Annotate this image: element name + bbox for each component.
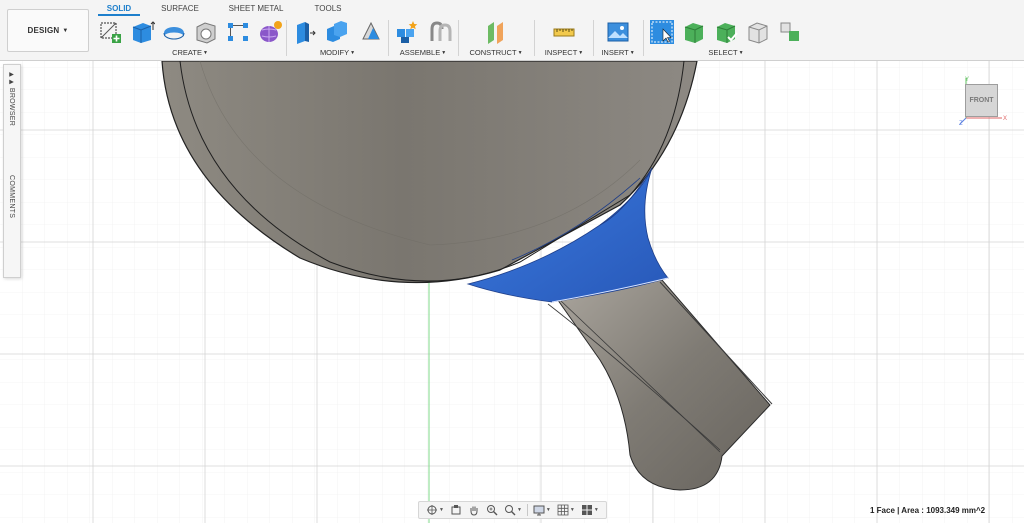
chevron-down-icon: ▼ (578, 50, 584, 56)
axis-y-label: Y (965, 77, 969, 83)
browser-toggle[interactable]: ▶▶ BROWSER (8, 71, 15, 126)
orbit-button[interactable]: ▼ (426, 504, 444, 516)
tab-sheet-metal[interactable]: SHEET METAL (220, 2, 292, 16)
toolbar-tabs: SOLID SURFACE SHEET METAL TOOLS (98, 2, 364, 16)
orbit-icon (427, 505, 437, 515)
pan-button[interactable] (468, 504, 480, 516)
inspect-group: INSPECT▼ (535, 16, 593, 60)
component-select-icon[interactable] (713, 19, 739, 45)
zoom-icon (504, 505, 516, 516)
viewports-icon (581, 505, 592, 515)
revolve-icon[interactable] (161, 19, 187, 45)
grid-settings-button[interactable]: ▼ (557, 504, 575, 516)
comments-label: COMMENTS (8, 175, 15, 219)
construct-group: CONSTRUCT▼ (459, 16, 533, 60)
toolbar: DESIGN ▼ SOLID SURFACE SHEET METAL TOOLS (0, 0, 1024, 61)
select-icon[interactable] (649, 19, 675, 45)
chevron-down-icon: ▼ (350, 50, 356, 56)
chevron-down-icon: ▼ (517, 50, 523, 56)
rectangle-pattern-icon[interactable] (225, 19, 251, 45)
measure-icon[interactable] (551, 19, 577, 45)
joint-icon[interactable] (427, 19, 453, 45)
browser-comments-panel: ▶▶ BROWSER COMMENTS (3, 64, 21, 278)
chevron-down-icon: ▼ (593, 507, 599, 513)
chevron-down-icon: ▼ (62, 27, 69, 34)
insert-label: INSERT (601, 48, 629, 57)
pan-icon (470, 506, 478, 516)
draft-icon[interactable] (358, 19, 384, 45)
chevron-down-icon: ▼ (545, 507, 551, 513)
inspect-label: INSPECT (544, 48, 578, 57)
axis-x-label: X (1003, 116, 1007, 122)
offset-plane-icon[interactable] (483, 19, 509, 45)
zoom-window-icon (486, 505, 498, 516)
expand-arrow-icon: ▶▶ (8, 71, 14, 86)
face-select-icon[interactable] (745, 19, 771, 45)
create-group: CREATE▼ (94, 16, 286, 60)
assemble-group: ASSEMBLE▼ (389, 16, 457, 60)
chevron-down-icon: ▼ (516, 507, 522, 513)
tab-surface[interactable]: SURFACE (140, 2, 220, 16)
tab-solid[interactable]: SOLID (98, 2, 140, 16)
viewcube-front-face[interactable]: FRONT (965, 84, 998, 117)
divider (643, 20, 644, 56)
body-select-icon[interactable] (681, 19, 707, 45)
create-label: CREATE (172, 48, 202, 57)
create-sketch-icon[interactable] (97, 19, 123, 45)
create-menu[interactable]: CREATE▼ (94, 48, 286, 57)
combine-icon[interactable] (324, 19, 350, 45)
inspect-menu[interactable]: INSPECT▼ (535, 48, 593, 57)
form-icon[interactable] (257, 19, 283, 45)
workspace-label: DESIGN (27, 26, 60, 35)
grid-icon (557, 504, 569, 516)
select-label: SELECT (708, 48, 738, 57)
workspace-switcher-button[interactable]: DESIGN ▼ (7, 9, 89, 52)
construct-menu[interactable]: CONSTRUCT▼ (459, 48, 533, 57)
extrude-icon[interactable] (129, 19, 155, 45)
chevron-down-icon: ▼ (569, 507, 575, 513)
zoom-button[interactable]: ▼ (504, 504, 522, 516)
zoom-window-button[interactable] (486, 504, 498, 516)
look-at-button[interactable] (450, 504, 462, 516)
shell-icon[interactable] (193, 19, 219, 45)
construct-label: CONSTRUCT (469, 48, 517, 57)
divider (526, 504, 528, 516)
navigation-bar: ▼ ▼ ▼ ▼ ▼ (418, 501, 607, 519)
assemble-menu[interactable]: ASSEMBLE▼ (389, 48, 457, 57)
assemble-label: ASSEMBLE (399, 48, 441, 57)
edge-select-icon[interactable] (777, 19, 803, 45)
press-pull-icon[interactable] (291, 19, 317, 45)
browser-label: BROWSER (8, 87, 15, 127)
viewcube[interactable]: Y X Z FRONT (958, 74, 1010, 126)
chevron-down-icon: ▼ (738, 50, 744, 56)
comments-toggle[interactable]: COMMENTS (8, 175, 15, 218)
chevron-down-icon: ▼ (441, 50, 447, 56)
display-settings-button[interactable]: ▼ (533, 504, 551, 516)
chevron-down-icon: ▼ (202, 50, 208, 56)
select-menu[interactable]: SELECT▼ (646, 48, 806, 57)
chevron-down-icon: ▼ (439, 507, 444, 513)
display-settings-icon (533, 505, 545, 516)
chevron-down-icon: ▼ (629, 50, 635, 56)
viewports-button[interactable]: ▼ (581, 504, 599, 516)
insert-menu[interactable]: INSERT▼ (594, 48, 642, 57)
tab-tools[interactable]: TOOLS (292, 2, 364, 16)
axis-z-label: Z (959, 121, 963, 126)
modify-label: MODIFY (319, 48, 350, 57)
select-group: SELECT▼ (646, 16, 806, 60)
insert-group: INSERT▼ (594, 16, 642, 60)
look-at-icon (451, 505, 461, 515)
selection-status: 1 Face | Area : 1093.349 mm^2 (870, 506, 986, 515)
new-component-icon[interactable] (393, 19, 419, 45)
modify-menu[interactable]: MODIFY▼ (287, 48, 388, 57)
insert-image-icon[interactable] (605, 19, 631, 45)
modify-group: MODIFY▼ (287, 16, 388, 60)
canvas-viewport[interactable] (0, 61, 1024, 523)
model-scene[interactable] (0, 61, 1024, 523)
